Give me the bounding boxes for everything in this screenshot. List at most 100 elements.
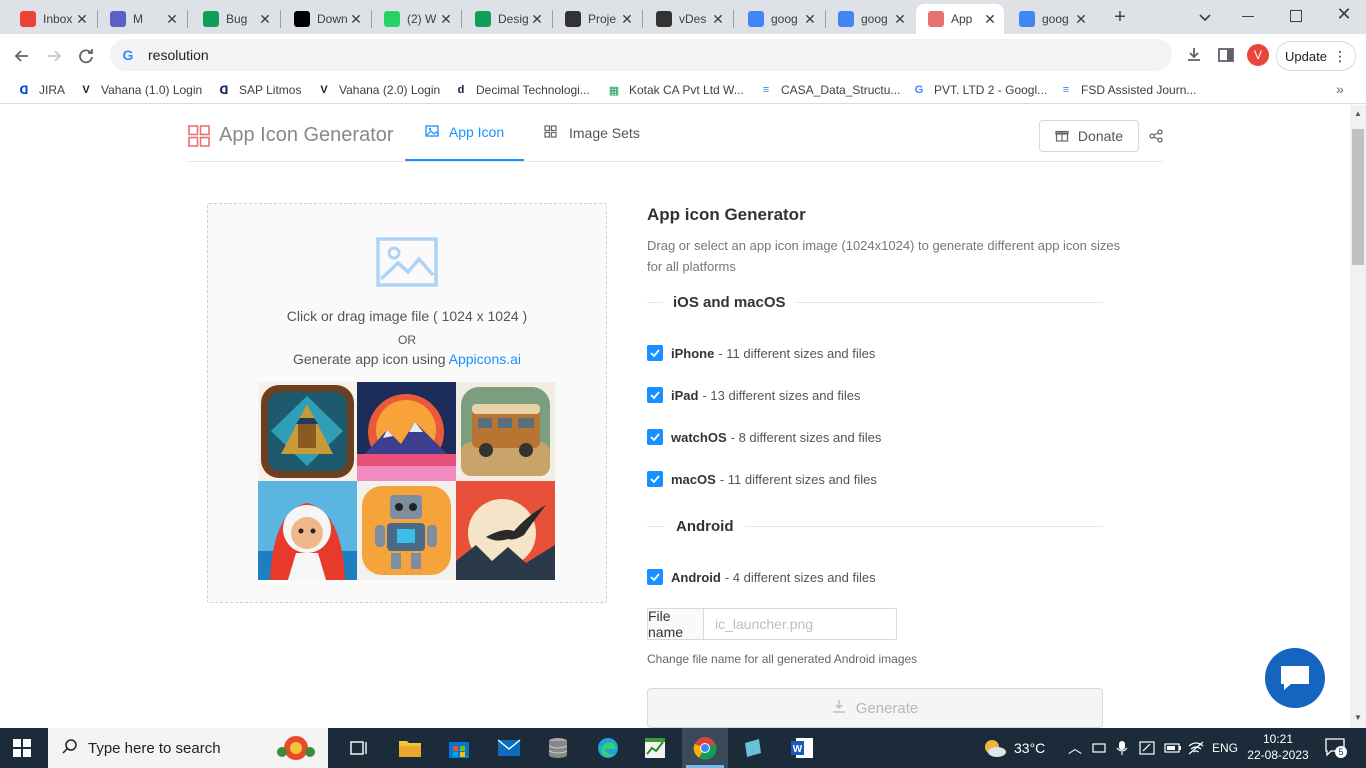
notifications-icon[interactable]: 5 [1325, 738, 1347, 758]
checkbox-checked-icon[interactable] [647, 345, 663, 361]
file-name-input[interactable] [704, 609, 896, 639]
browser-tab[interactable]: Inbox ✕ [8, 4, 96, 34]
tray-overflow-icon[interactable]: ︿ [1068, 728, 1082, 768]
update-button[interactable]: Update ⋮ [1276, 41, 1356, 71]
page-scrollbar[interactable]: ▲ ▼ [1350, 105, 1366, 728]
file-name-label: File name [648, 608, 704, 640]
scrollbar-thumb[interactable] [1352, 129, 1364, 265]
donate-button[interactable]: Donate [1039, 120, 1139, 152]
checkbox-checked-icon[interactable] [647, 569, 663, 585]
bookmarks-overflow-icon[interactable]: » [1336, 81, 1344, 97]
weather-widget[interactable]: 33°C [982, 728, 1045, 768]
browser-tab[interactable]: goog ✕ [826, 4, 914, 34]
sample-icon-sunset[interactable] [357, 382, 456, 481]
pen-icon[interactable] [1139, 728, 1155, 768]
ios-option-ipad[interactable]: iPad - 13 different sizes and files [647, 386, 860, 404]
battery-icon[interactable] [1164, 728, 1182, 768]
sample-icon-van[interactable] [456, 382, 555, 481]
close-tab-icon[interactable]: ✕ [802, 11, 818, 28]
generate-button[interactable]: Generate [647, 688, 1103, 728]
minimize-icon[interactable] [1242, 16, 1254, 17]
close-tab-icon[interactable]: ✕ [1073, 11, 1089, 28]
close-tab-icon[interactable]: ✕ [348, 11, 364, 28]
browser-tab[interactable]: Desig ✕ [463, 4, 551, 34]
chrome-taskbar-active[interactable] [682, 728, 728, 768]
browser-tab[interactable]: vDes ✕ [644, 4, 732, 34]
browser-tab[interactable]: Proje ✕ [553, 4, 641, 34]
language-indicator[interactable]: ENG [1212, 728, 1238, 768]
image-upload-dropzone[interactable]: Click or drag image file ( 1024 x 1024 )… [207, 203, 607, 603]
checkbox-checked-icon[interactable] [647, 387, 663, 403]
close-tab-icon[interactable]: ✕ [892, 11, 908, 28]
close-tab-icon[interactable]: ✕ [257, 11, 273, 28]
ios-option-macos[interactable]: macOS - 11 different sizes and files [647, 470, 877, 488]
close-tab-icon[interactable]: ✕ [529, 11, 545, 28]
mail-icon[interactable] [497, 736, 521, 760]
close-tab-icon[interactable]: ✕ [164, 11, 180, 28]
close-tab-icon[interactable]: ✕ [619, 11, 635, 28]
tray-device-icon[interactable] [1092, 728, 1106, 768]
clock[interactable]: 10:21 22-08-2023 [1244, 731, 1312, 763]
browser-tab[interactable]: Down ✕ [282, 4, 370, 34]
task-view-icon[interactable] [348, 736, 372, 760]
tab-image-sets[interactable]: Image Sets [544, 105, 640, 161]
edge-icon[interactable] [596, 736, 620, 760]
close-tab-icon[interactable]: ✕ [438, 11, 454, 28]
bookmark-item[interactable]: G PVT. LTD 2 - Googl... [911, 80, 1047, 100]
app-tile-icon[interactable] [741, 736, 765, 760]
file-explorer-icon[interactable] [398, 736, 422, 760]
bookmark-item[interactable]: ᗡ SAP Litmos [216, 80, 301, 100]
chart-app-icon[interactable] [643, 736, 667, 760]
ios-option-watchos[interactable]: watchOS - 8 different sizes and files [647, 428, 881, 446]
android-option[interactable]: Android - 4 different sizes and files [647, 568, 876, 586]
download-icon[interactable] [1184, 45, 1204, 65]
sample-icon-eagle[interactable] [456, 481, 555, 580]
word-icon[interactable]: W [790, 736, 814, 760]
scroll-down-icon[interactable]: ▼ [1354, 713, 1362, 722]
scroll-up-icon[interactable]: ▲ [1354, 109, 1362, 118]
appicons-ai-link[interactable]: Appicons.ai [449, 351, 521, 367]
close-tab-icon[interactable]: ✕ [74, 11, 90, 28]
close-window-icon[interactable]: ✕ [1334, 4, 1354, 26]
sample-icon-girl[interactable] [258, 481, 357, 580]
address-bar[interactable]: G resolution [110, 39, 1172, 71]
bookmark-item[interactable]: V Vahana (1.0) Login [78, 80, 202, 100]
chat-support-button[interactable] [1265, 648, 1325, 708]
side-panel-icon[interactable] [1216, 45, 1236, 65]
sample-icon-pharaoh[interactable] [258, 382, 357, 481]
bookmark-item[interactable]: ≡ CASA_Data_Structu... [758, 80, 901, 100]
ios-option-iphone[interactable]: iPhone - 11 different sizes and files [647, 344, 875, 362]
restore-icon[interactable] [1290, 10, 1302, 22]
bookmark-item[interactable]: ▦ Kotak CA Pvt Ltd W... [606, 80, 744, 100]
brand-title[interactable]: App Icon Generator [219, 124, 394, 147]
browser-tab[interactable]: goog ✕ [736, 4, 824, 34]
sample-icon-robot[interactable] [357, 481, 456, 580]
bookmark-item[interactable]: d Decimal Technologi... [453, 80, 590, 100]
browser-tab[interactable]: App ✕ [916, 4, 1004, 34]
browser-tab[interactable]: Bug ✕ [191, 4, 279, 34]
microphone-icon[interactable] [1116, 728, 1128, 768]
bookmark-item[interactable]: ≡ FSD Assisted Journ... [1058, 80, 1197, 100]
database-icon[interactable] [546, 736, 570, 760]
browser-tab[interactable]: (2) W ✕ [372, 4, 460, 34]
checkbox-checked-icon[interactable] [647, 429, 663, 445]
reload-button[interactable] [72, 42, 100, 70]
profile-avatar[interactable]: V [1247, 44, 1269, 66]
close-tab-icon[interactable]: ✕ [982, 11, 998, 28]
bookmark-item[interactable]: ᗡ JIRA [16, 80, 65, 100]
windows-start-icon[interactable] [12, 738, 32, 758]
checkbox-checked-icon[interactable] [647, 471, 663, 487]
close-tab-icon[interactable]: ✕ [710, 11, 726, 28]
tab-app-icon[interactable]: App Icon [405, 105, 524, 161]
browser-tab[interactable]: goog ✕ [1007, 4, 1095, 34]
forward-button[interactable] [40, 42, 68, 70]
bookmark-item[interactable]: V Vahana (2.0) Login [316, 80, 440, 100]
taskbar-search[interactable]: Type here to search [48, 728, 328, 768]
share-icon[interactable] [1149, 129, 1163, 143]
microsoft-store-icon[interactable] [447, 736, 471, 760]
tab-search-icon[interactable] [1196, 8, 1214, 26]
browser-tab[interactable]: M ✕ [98, 4, 186, 34]
back-button[interactable] [8, 42, 36, 70]
new-tab-button[interactable]: + [1110, 6, 1130, 28]
wifi-icon[interactable] [1188, 728, 1204, 768]
